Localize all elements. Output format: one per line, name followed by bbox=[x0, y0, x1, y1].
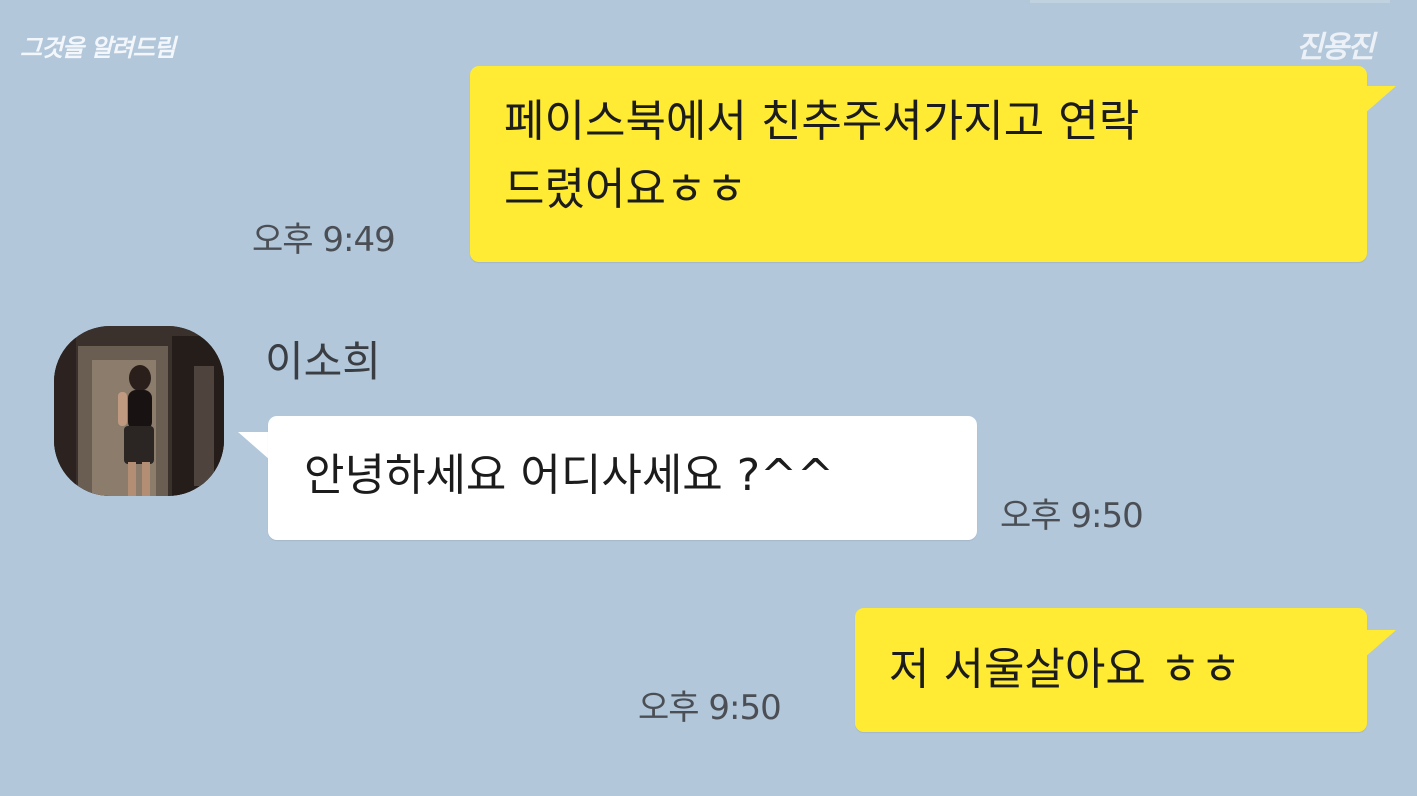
incoming-message-bubble[interactable]: 안녕하세요 어디사세요 ?^^ bbox=[268, 416, 977, 540]
message-timestamp: 오후 9:49 bbox=[252, 220, 396, 260]
outgoing-message-bubble[interactable]: 페이스북에서 친추주셔가지고 연락 드렸어요ㅎㅎ bbox=[470, 66, 1367, 262]
outgoing-message-bubble[interactable]: 저 서울살아요 ㅎㅎ bbox=[855, 608, 1367, 732]
top-divider bbox=[1030, 0, 1390, 3]
avatar[interactable] bbox=[54, 326, 224, 496]
bubble-tail bbox=[1364, 630, 1396, 658]
message-text-line: 드렸어요ㅎㅎ bbox=[504, 164, 747, 215]
bubble-tail bbox=[238, 432, 270, 460]
message-timestamp: 오후 9:50 bbox=[1000, 496, 1144, 536]
watermark-left: 그것을 알려드림 bbox=[20, 34, 176, 62]
message-text-line: 페이스북에서 친추주셔가지고 연락 bbox=[504, 96, 1140, 147]
bubble-tail bbox=[1364, 86, 1396, 114]
message-text-line: 안녕하세요 어디사세요 ?^^ bbox=[304, 450, 834, 501]
watermark-right: 진용진 bbox=[1296, 30, 1375, 65]
sender-name: 이소희 bbox=[265, 337, 381, 386]
profile-photo-icon bbox=[54, 326, 224, 496]
message-text-line: 저 서울살아요 ㅎㅎ bbox=[889, 644, 1241, 695]
message-timestamp: 오후 9:50 bbox=[638, 688, 782, 728]
